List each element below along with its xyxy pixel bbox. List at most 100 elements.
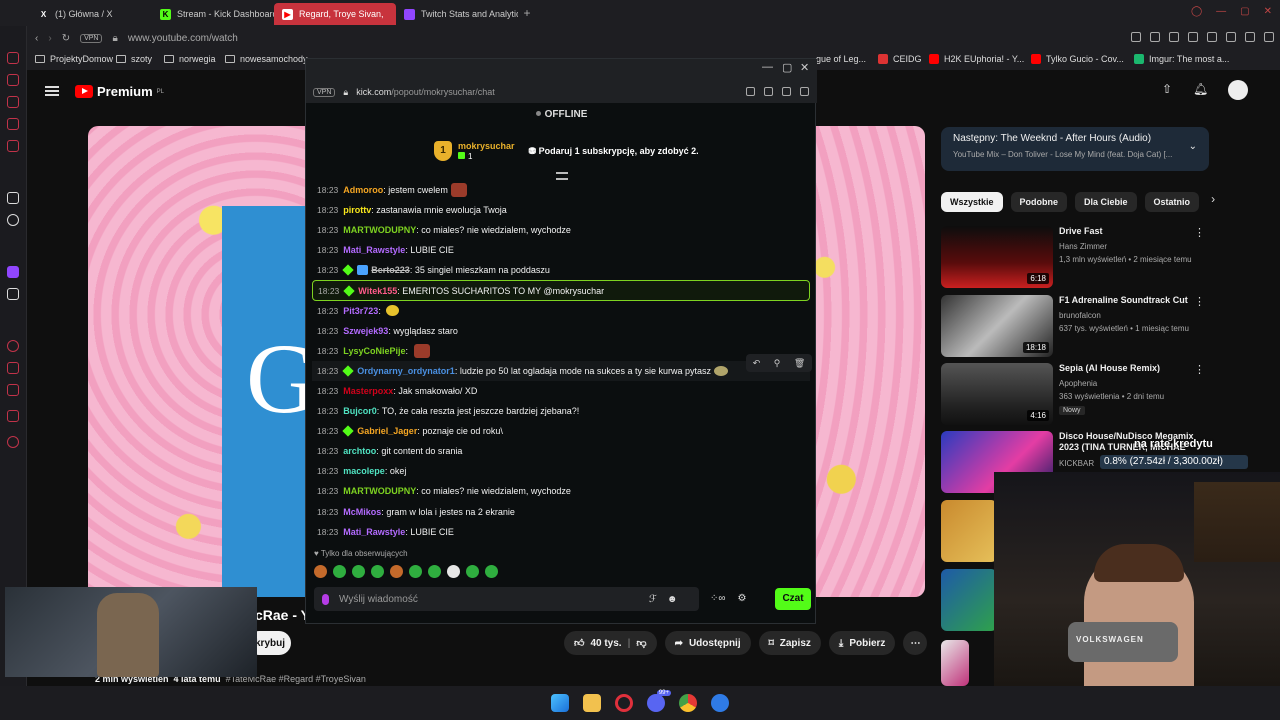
menu-icon[interactable] — [1264, 32, 1274, 42]
emote-icon[interactable] — [371, 565, 384, 578]
bookmark-nowesamochody[interactable]: nowesamochody — [225, 54, 308, 64]
chat-message[interactable]: 18:23 McMikos: gram w lola i jestes na 2 … — [312, 502, 810, 522]
pin-message-icon[interactable]: ⚲ — [774, 358, 781, 369]
sidebar-icon-8[interactable] — [7, 384, 19, 396]
chat-message[interactable]: 18:23 Szwejek93: wyglądasz staro — [312, 321, 810, 341]
new-tab-button[interactable]: + — [518, 6, 536, 20]
chat-message[interactable]: 18:23 Bujcor0: TO, że cała reszta jest je… — [312, 401, 810, 421]
chat-message[interactable]: 18:23 Ordynarny_ordynator1: ludzie po 50 … — [312, 360, 810, 381]
chat-message[interactable]: 18:23 archtoo: git content do srania — [312, 441, 810, 461]
player-icon[interactable] — [764, 87, 773, 96]
popup-close-icon[interactable]: ✕ — [800, 61, 809, 74]
chat-message[interactable]: 18:23 Masterpoxx: Jak smakowało/ XD — [312, 381, 810, 401]
reload-icon[interactable]: ↻ — [62, 33, 70, 44]
upload-icon[interactable]: ⇧ — [1162, 82, 1172, 96]
chat-message[interactable]: 18:23 Gabriel_Jager: poznaje cie od roku\ — [312, 421, 810, 441]
send-chat-button[interactable]: Czat — [775, 588, 811, 610]
chat-message[interactable]: 18:23 Admoroo: jestem cwelem — [312, 180, 810, 200]
twitch-icon[interactable] — [7, 266, 19, 278]
close-tab-icon[interactable] — [746, 87, 755, 96]
heart-icon[interactable] — [1188, 32, 1198, 42]
file-explorer-icon[interactable] — [583, 694, 601, 712]
windows-start-icon[interactable] — [551, 694, 569, 712]
player-icon[interactable] — [1169, 32, 1179, 42]
bookmark-norwegia[interactable]: norwegia — [164, 54, 216, 64]
bookmark-projektydomow[interactable]: ProjektyDomow — [35, 54, 113, 64]
extensions-icon[interactable] — [1207, 32, 1217, 42]
sidebar-icon-4[interactable] — [7, 118, 19, 130]
wallet-icon[interactable] — [1245, 32, 1255, 42]
chip-for-you[interactable]: Dla Ciebie — [1075, 192, 1137, 212]
bookmark-h2k[interactable]: H2K EUphoria! - Y... — [929, 54, 1024, 64]
more-options-icon[interactable]: ⋮ — [1194, 226, 1205, 239]
bookmark-league[interactable]: gue of Leg... — [816, 54, 866, 64]
chat-message[interactable]: 18:23 macolepe: okej — [312, 461, 810, 481]
bookmark-imgur[interactable]: Imgur: The most a... — [1134, 54, 1229, 64]
emote-icon[interactable] — [409, 565, 422, 578]
collapse-pinned-icon[interactable] — [556, 172, 568, 180]
hamburger-menu-icon[interactable] — [45, 86, 59, 96]
download-icon[interactable] — [800, 87, 809, 96]
recommendation-drive-fast[interactable]: 6:18 Drive Fast Hans Zimmer 1,3 mln wyśw… — [941, 226, 1211, 288]
chat-message[interactable]: 18:23 MARTWODUPNY: co miales? nie wiedzia… — [312, 220, 810, 240]
emoji-icon[interactable]: ☻ — [667, 594, 678, 605]
reply-icon[interactable]: ↶ — [753, 358, 761, 369]
emote-icon[interactable] — [314, 565, 327, 578]
chrome-icon[interactable] — [679, 694, 697, 712]
share-button[interactable]: ➦ Udostępnij — [664, 631, 751, 655]
bookmark-tylko-gucio[interactable]: Tylko Gucio - Cov... — [1031, 54, 1124, 64]
avatar[interactable] — [1228, 80, 1248, 100]
vpn-badge[interactable]: VPN — [80, 33, 103, 43]
more-options-icon[interactable]: ⋮ — [1194, 363, 1205, 376]
settings-icon[interactable] — [7, 436, 19, 448]
sidebar-icon-9[interactable] — [7, 410, 19, 422]
chat-message[interactable]: 18:23 Mati_Rawstyle: LUBIE CIE — [312, 240, 810, 260]
chat-message[interactable]: 18:23 Mati_Rawstyle: LUBIE CIE — [312, 522, 810, 542]
sidebar-icon-6[interactable] — [7, 340, 19, 352]
microphone-icon[interactable] — [322, 593, 329, 605]
close-icon[interactable]: ✕ — [1264, 6, 1272, 17]
download-icon[interactable] — [1226, 32, 1236, 42]
chat-message[interactable]: 18:23 MARTWODUPNY: co miales? nie wiedzia… — [312, 481, 810, 501]
chip-all[interactable]: Wszystkie — [941, 192, 1003, 212]
recommendation-sepia[interactable]: 4:16 Sepia (AI House Remix) Apophenia 36… — [941, 363, 1211, 425]
tab-youtube-regard[interactable]: ▶ Regard, Troye Sivan, — [274, 3, 396, 25]
tab-x[interactable]: X (1) Główna / X — [30, 3, 152, 25]
chip-recent[interactable]: Ostatnio — [1144, 192, 1200, 212]
minimize-icon[interactable]: — — [1216, 6, 1226, 17]
users-icon[interactable]: ⁘∞ — [710, 593, 726, 604]
bookmark-szoty[interactable]: szoty — [116, 54, 152, 64]
chatgpt-icon[interactable] — [7, 214, 19, 226]
aria-icon[interactable] — [7, 192, 19, 204]
emote-icon[interactable] — [447, 565, 460, 578]
back-icon[interactable]: ‹ — [35, 33, 38, 44]
chip-similar[interactable]: Podobne — [1010, 192, 1068, 212]
like-button[interactable]: 👍︎ 40 tys. | 👎︎ — [564, 631, 657, 655]
emote-icon[interactable] — [333, 565, 346, 578]
sidebar-icon-5[interactable] — [7, 140, 19, 152]
popup-url[interactable]: kick.com/popout/mokrysuchar/chat — [356, 87, 495, 97]
up-next-card[interactable]: Następny: The Weeknd - After Hours (Audi… — [941, 127, 1209, 171]
snapshot-icon[interactable] — [1150, 32, 1160, 42]
url-field[interactable]: www.youtube.com/watch — [128, 33, 238, 44]
share-icon[interactable] — [782, 87, 791, 96]
download-button[interactable]: ⤓ Pobierz — [828, 631, 896, 655]
sidebar-icon-2[interactable] — [7, 74, 19, 86]
recommendation-f1[interactable]: 18:18 F1 Adrenaline Soundtrack Cut bruno… — [941, 295, 1211, 357]
discord-icon[interactable]: 99+ — [647, 690, 671, 712]
chat-message[interactable]: 18:23 pirottv: zastanawia mnie ewolucja T… — [312, 200, 810, 220]
emote-icon[interactable] — [428, 565, 441, 578]
translate-icon[interactable]: ℱ — [649, 594, 657, 605]
x-sidebar-icon[interactable] — [7, 288, 19, 300]
save-button[interactable]: ⌑ Zapisz — [758, 631, 821, 655]
maximize-icon[interactable]: ▢ — [1240, 6, 1249, 17]
sub-gift-leaderboard[interactable]: 1 mokrysuchar 1 ⛃ Podaruj 1 subskrypcję,… — [434, 141, 699, 161]
more-actions-button[interactable]: ⋯ — [903, 631, 928, 655]
popup-maximize-icon[interactable]: ▢ — [782, 61, 792, 74]
search-tabs-icon[interactable]: ◯ — [1191, 6, 1202, 17]
chat-message[interactable]: 18:23 Berto223: 35 singiel mieszkam na po… — [312, 260, 810, 280]
pin-icon[interactable] — [1131, 32, 1141, 42]
messenger-icon[interactable] — [711, 694, 729, 712]
emote-icon[interactable] — [485, 565, 498, 578]
sidebar-icon-3[interactable] — [7, 96, 19, 108]
